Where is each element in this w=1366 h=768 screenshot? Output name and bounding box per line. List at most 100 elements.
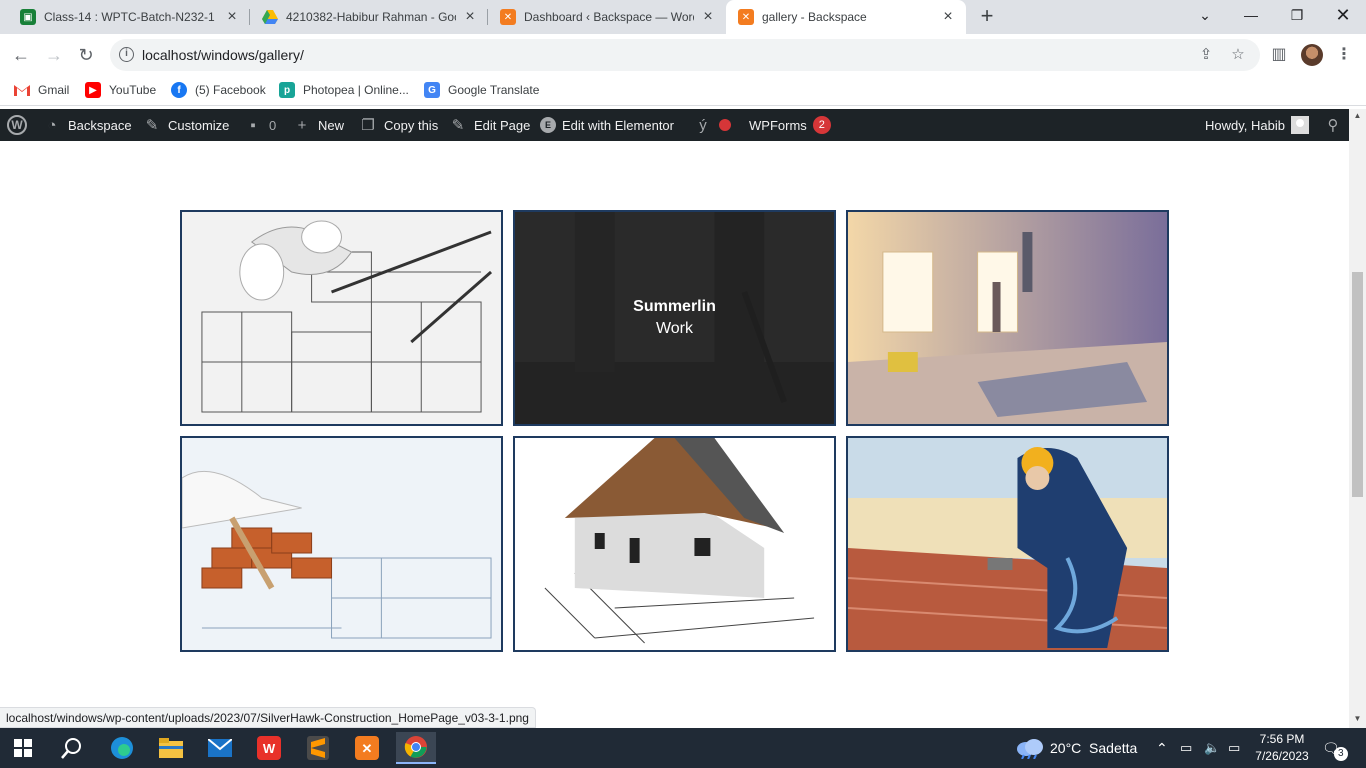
info-icon[interactable]: i	[119, 47, 134, 62]
house-model-image	[515, 438, 834, 650]
show-hidden-icons[interactable]: ⌃	[1156, 728, 1168, 768]
bookmark-youtube[interactable]: ▶ YouTube	[85, 82, 156, 98]
wp-yoast-link[interactable]: ý	[693, 109, 731, 141]
gallery-item-drywall[interactable]	[846, 210, 1169, 426]
bookmark-facebook[interactable]: f (5) Facebook	[171, 82, 266, 98]
weather-cloud-icon	[1017, 739, 1043, 759]
wp-account-menu[interactable]: Howdy, Habib	[1205, 109, 1309, 141]
tab-drive[interactable]: 4210382-Habibur Rahman - Goo ×	[250, 0, 488, 34]
wp-edit-page-link[interactable]: ✎ Edit Page	[448, 109, 531, 141]
tab-title: Class-14 : WPTC-Batch-N232-1 -	[44, 10, 218, 24]
bookmarks-bar: Gmail ▶ YouTube f (5) Facebook p Photope…	[0, 76, 1366, 106]
scroll-down-icon[interactable]: ▼	[1353, 714, 1362, 723]
brush-icon: ✎	[145, 117, 159, 134]
gallery-item-blueprint[interactable]	[180, 210, 503, 426]
page-content: Summerlin Work	[0, 141, 1349, 727]
close-icon[interactable]: ×	[940, 9, 956, 25]
side-panel-icon[interactable]: ▥	[1269, 45, 1289, 65]
windows-taskbar: W ✕ 20°C Sadetta ⌃ ▭ 🔈 ▭ 7:56 PM 7/26/20…	[0, 728, 1366, 768]
close-icon[interactable]: ×	[700, 9, 716, 25]
chrome-icon[interactable]	[396, 732, 436, 764]
notification-center[interactable]: 🗨 3	[1322, 728, 1348, 768]
wp-comments-link[interactable]: ▪ 0	[243, 109, 276, 141]
elementor-icon: E	[540, 117, 556, 133]
close-icon[interactable]: ×	[462, 9, 478, 25]
reload-icon[interactable]: ↻	[74, 43, 98, 67]
chevron-up-icon: ⌃	[1156, 739, 1168, 756]
page-scrollbar[interactable]: ▲ ▼	[1349, 109, 1366, 728]
windows-start-icon[interactable]	[3, 732, 43, 764]
volume-icon[interactable]: 🔈	[1204, 728, 1220, 768]
wordpress-logo[interactable]: W	[7, 109, 33, 141]
classroom-icon: ▣	[20, 9, 36, 25]
gallery-item-summerlin[interactable]: Summerlin Work	[513, 210, 836, 426]
wp-search[interactable]: ⚲	[1323, 109, 1349, 141]
menu-icon[interactable]: ⋮	[1334, 45, 1354, 65]
weather-widget[interactable]: 20°C Sadetta	[1016, 728, 1137, 768]
wp-admin-bar: W ◔ Backspace ✎ Customize ▪ 0 + New ❐ Co…	[0, 109, 1349, 141]
sublime-text-icon[interactable]	[298, 732, 338, 764]
wordpress-icon: W	[7, 115, 27, 135]
comment-icon: ▪	[250, 116, 256, 134]
photopea-icon: p	[279, 82, 295, 98]
bookmark-photopea[interactable]: p Photopea | Online...	[279, 82, 409, 98]
gallery-item-subtitle: Work	[655, 320, 694, 337]
tab-search-icon[interactable]: ⌄	[1182, 0, 1228, 30]
xampp-icon: ✕	[738, 9, 754, 25]
profile-avatar[interactable]	[1301, 44, 1323, 66]
bookmark-gmail[interactable]: Gmail	[14, 82, 69, 98]
tab-class14[interactable]: ▣ Class-14 : WPTC-Batch-N232-1 - ×	[8, 0, 250, 34]
bricks-blueprint-image	[182, 438, 501, 650]
wp-site-link[interactable]: ◔ Backspace	[42, 109, 131, 141]
wp-new-link[interactable]: + New	[292, 109, 344, 141]
copy-icon: ❐	[361, 117, 375, 134]
facebook-icon: f	[171, 82, 187, 98]
scroll-up-icon[interactable]: ▲	[1353, 111, 1362, 120]
hover-overlay: Summerlin Work	[515, 212, 834, 424]
status-bar-url: localhost/windows/wp-content/uploads/202…	[0, 707, 536, 728]
address-bar[interactable]: i localhost/windows/gallery/ ⇪ ☆	[110, 39, 1260, 71]
yoast-icon: ý	[699, 116, 707, 134]
tab-strip: ▣ Class-14 : WPTC-Batch-N232-1 - × 42103…	[0, 0, 1366, 34]
new-tab-button[interactable]: +	[975, 5, 999, 29]
tab-title: 4210382-Habibur Rahman - Goo	[286, 10, 456, 24]
xampp-icon[interactable]: ✕	[347, 732, 387, 764]
battery-icon[interactable]: ▭	[1180, 728, 1192, 768]
restore-button[interactable]: ❐	[1274, 0, 1320, 30]
bookmark-star-icon[interactable]: ☆	[1230, 47, 1246, 63]
scrollbar-thumb[interactable]	[1352, 272, 1363, 497]
file-explorer-icon[interactable]	[151, 732, 191, 764]
blueprint-image	[182, 212, 501, 424]
mail-icon[interactable]	[200, 732, 240, 764]
user-avatar	[1290, 116, 1309, 134]
plus-icon: +	[297, 116, 307, 134]
back-icon[interactable]: ←	[9, 43, 33, 67]
minimize-button[interactable]: —	[1228, 0, 1274, 30]
search-icon[interactable]	[52, 732, 92, 764]
close-icon[interactable]: ×	[224, 9, 240, 25]
gallery-item-roof-painting[interactable]	[846, 436, 1169, 652]
wp-copy-link[interactable]: ❐ Copy this	[358, 109, 438, 141]
url-text: localhost/windows/gallery/	[142, 47, 304, 63]
network-icon[interactable]: ▭	[1228, 728, 1240, 768]
gallery-item-house-model[interactable]	[513, 436, 836, 652]
wps-office-icon[interactable]: W	[249, 732, 289, 764]
tab-gallery[interactable]: ✕ gallery - Backspace ×	[726, 0, 966, 34]
share-icon[interactable]: ⇪	[1198, 47, 1214, 63]
notification-count-badge: 3	[1333, 747, 1348, 761]
close-window-button[interactable]: ✕	[1320, 0, 1366, 30]
gallery-item-bricks[interactable]	[180, 436, 503, 652]
system-clock[interactable]: 7:56 PM 7/26/2023	[1252, 731, 1312, 765]
wp-elementor-link[interactable]: E Edit with Elementor	[540, 109, 674, 141]
google-drive-icon	[262, 9, 278, 25]
gallery-item-title: Summerlin	[633, 298, 716, 315]
bookmark-google-translate[interactable]: G Google Translate	[424, 82, 539, 98]
roof-painter-image	[848, 438, 1167, 650]
tab-dashboard[interactable]: ✕ Dashboard ‹ Backspace — WordP ×	[488, 0, 726, 34]
tab-title: Dashboard ‹ Backspace — WordP	[524, 10, 694, 24]
wp-customize-link[interactable]: ✎ Customize	[142, 109, 230, 141]
forward-icon[interactable]: →	[42, 43, 66, 67]
edge-icon[interactable]	[102, 732, 142, 764]
wp-wpforms-link[interactable]: WPForms 2	[749, 109, 831, 141]
tab-title: gallery - Backspace	[762, 10, 867, 24]
